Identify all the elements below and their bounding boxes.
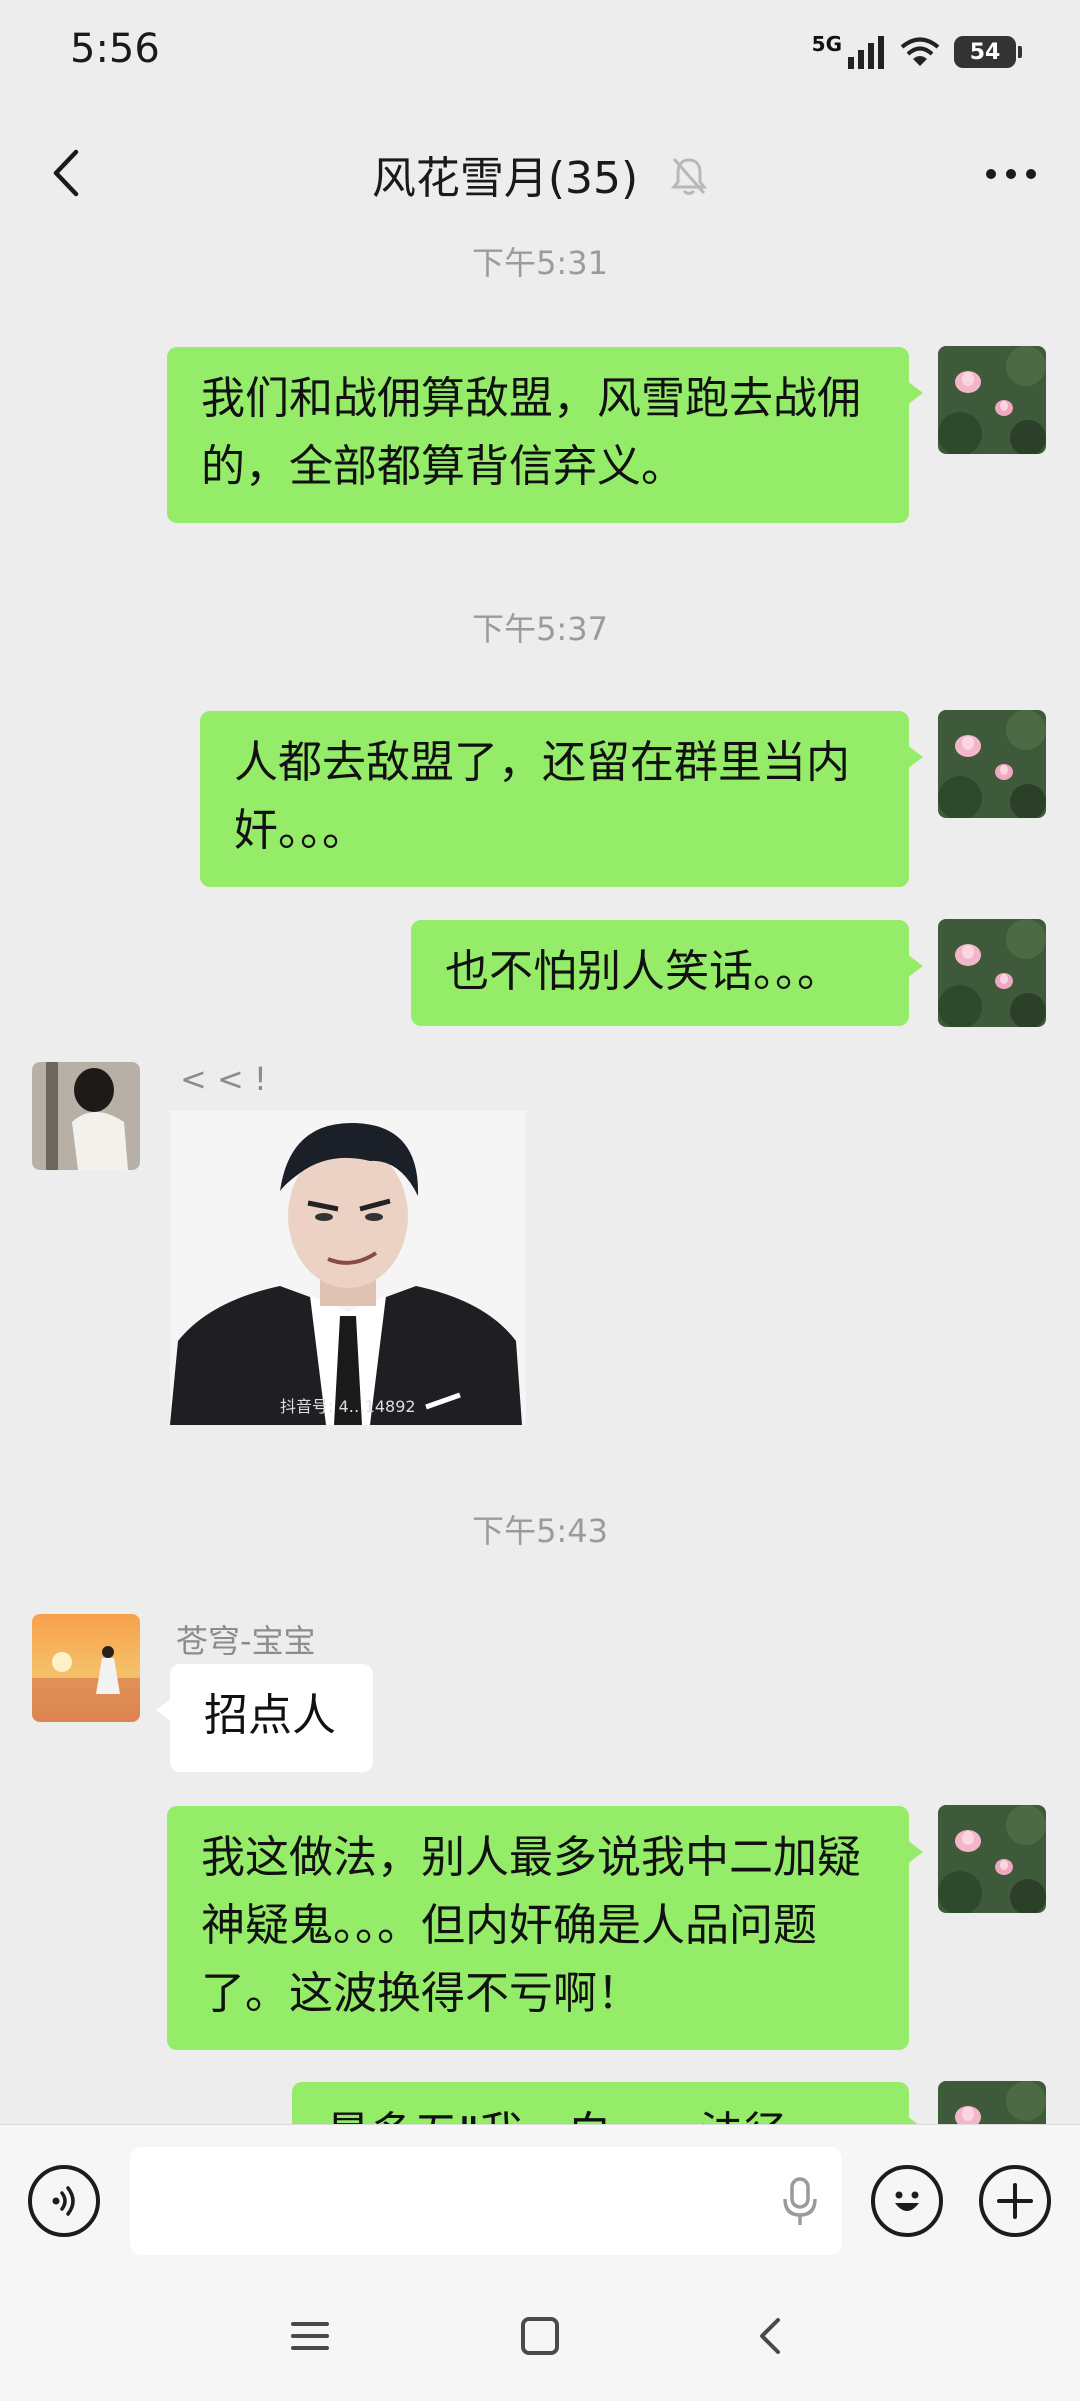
status-icons: 5G 54 [811, 30, 1022, 74]
sender-name: < < ! [180, 1060, 267, 1098]
emoji-button[interactable] [871, 2165, 943, 2237]
chat-title: 风花雪月(35) [371, 153, 639, 204]
timestamp: 下午5:43 [472, 1512, 608, 1550]
timestamp: 下午5:31 [472, 244, 608, 282]
my-avatar[interactable] [938, 710, 1046, 818]
system-nav-bar [0, 2276, 1080, 2401]
battery-icon: 54 [954, 36, 1022, 68]
title-bar: 风花雪月(35) [0, 110, 1080, 236]
signal-icon [848, 36, 884, 69]
message-input[interactable] [130, 2147, 842, 2255]
message-bubble[interactable]: 也不怕别人笑话。。。 [411, 920, 923, 1026]
status-time: 5:56 [70, 26, 160, 72]
my-avatar[interactable] [938, 919, 1046, 1027]
more-dots-icon [986, 169, 1036, 179]
plus-icon [997, 2183, 1033, 2219]
message-bubble[interactable]: 我们和战佣算敌盟，风雪跑去战佣的，全部都算背信弃义。 [167, 347, 923, 523]
sender-name: 苍穹-宝宝 [176, 1622, 316, 1660]
home-icon[interactable] [520, 2316, 560, 2356]
network-label: 5G [811, 32, 842, 56]
chat-title-wrap: 风花雪月(35) [0, 142, 1080, 208]
nav-back-icon[interactable] [750, 2316, 790, 2356]
sticker-watermark: 抖音号: 4…14892 [280, 1397, 416, 1416]
more-functions-button[interactable] [979, 2165, 1051, 2237]
battery-level: 54 [969, 39, 1001, 65]
message-bubble[interactable]: 最多五Ⅱ我，白……法径 [292, 2082, 923, 2124]
smiley-icon [895, 2191, 919, 2211]
voice-icon [52, 2186, 75, 2216]
contact-avatar[interactable] [32, 1062, 140, 1170]
wifi-icon [900, 37, 940, 66]
mute-bell-icon [670, 155, 708, 208]
timestamp: 下午5:37 [472, 610, 608, 648]
my-avatar[interactable] [938, 346, 1046, 454]
contact-avatar[interactable] [32, 1614, 140, 1722]
menu-icon[interactable] [290, 2316, 330, 2356]
sticker-image[interactable]: 抖音号: 4…14892 [170, 1111, 526, 1425]
message-bubble[interactable]: 人都去敌盟了，还留在群里当内奸。。。 [200, 711, 923, 887]
my-avatar[interactable] [938, 2081, 1046, 2124]
input-bar [0, 2124, 1080, 2277]
status-bar: 5:56 5G 54 [0, 0, 1080, 110]
chat-area[interactable]: 下午5:31 我们和战佣算敌盟，风雪跑去战佣的，全部都算背信弃义。 下午5:37… [0, 236, 1080, 2124]
more-options-button[interactable] [976, 144, 1046, 204]
my-avatar[interactable] [938, 1805, 1046, 1913]
message-bubble[interactable]: 招点人 [156, 1664, 373, 1772]
message-bubble[interactable]: 我这做法，别人最多说我中二加疑神疑鬼。。。但内奸确是人品问题了。这波换得不亏啊！ [167, 1806, 923, 2050]
voice-toggle-button[interactable] [28, 2165, 100, 2237]
microphone-icon[interactable] [780, 2177, 820, 2227]
